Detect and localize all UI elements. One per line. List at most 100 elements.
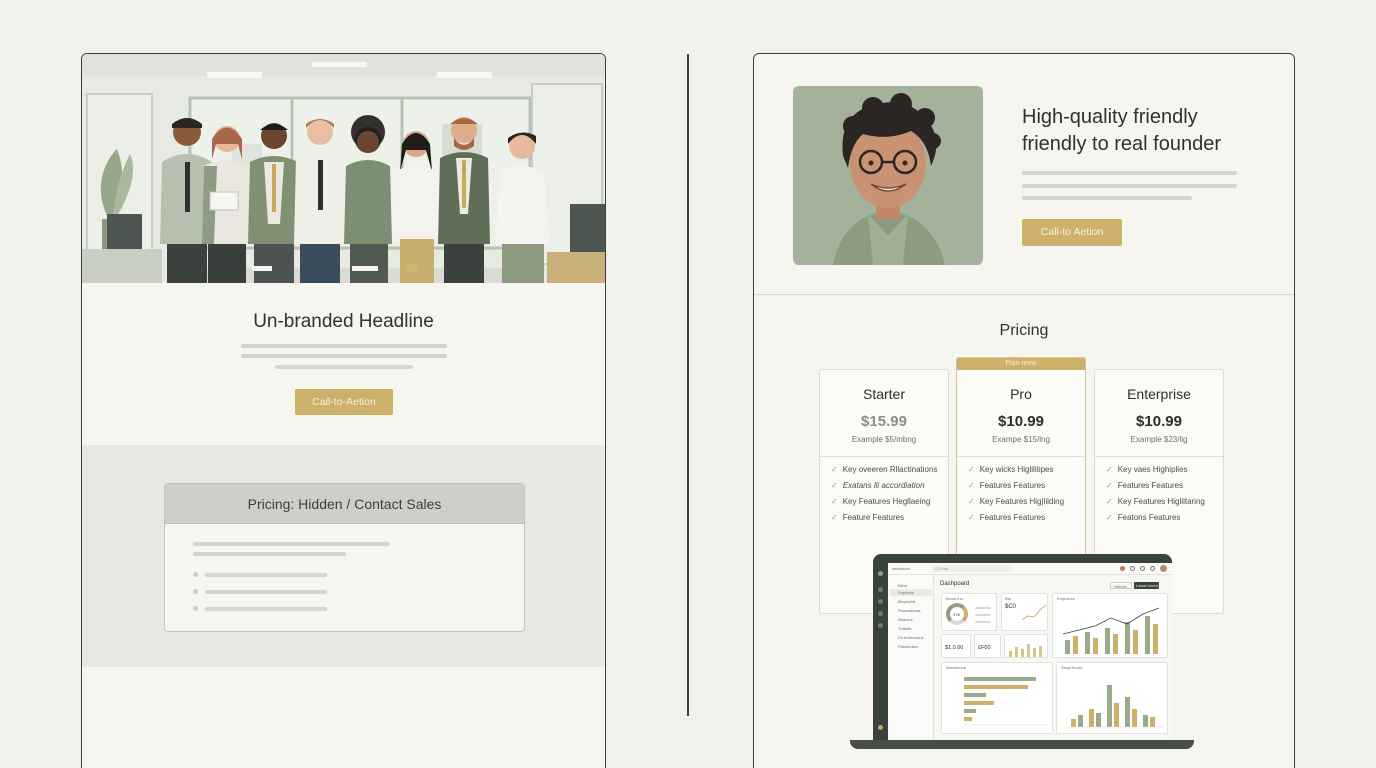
text-placeholder-line: [1022, 196, 1192, 200]
sidebar-item[interactable]: Bieyewhit: [898, 599, 915, 604]
bullet-icon: [193, 606, 198, 611]
kpi-value: 378: [953, 612, 960, 617]
pricing-title: Pricing: [999, 322, 1049, 339]
sidebar-item[interactable]: Prioswdinals: [898, 608, 920, 613]
page-headline: Un-branded Headline: [253, 311, 434, 332]
chart-label: Ailsrtionant: [946, 665, 966, 670]
bell-icon[interactable]: [1150, 566, 1155, 571]
check-icon: ✓: [1106, 513, 1113, 522]
check-icon: ✓: [968, 481, 975, 490]
check-icon: ✓: [968, 497, 975, 506]
sidebar-item[interactable]: Pasmbrites: [898, 644, 918, 649]
rail-icon[interactable]: [878, 587, 883, 592]
sidebar-item[interactable]: Sa bobbvodne: [898, 635, 924, 640]
primary-action-button[interactable]: Laswt Innovt: [1134, 582, 1159, 589]
vertical-divider: [687, 54, 689, 716]
plan-price: $10.99: [1136, 413, 1182, 430]
pricing-hidden-title: Pricing: Hidden / Contact Sales: [165, 484, 524, 524]
left-landing-page: Un-branded Headline Call-to-Aetion Prici…: [81, 53, 606, 768]
page-headline: High-quality friendly friendly to real f…: [1022, 104, 1221, 158]
legend-line: [975, 621, 991, 623]
headline-line-2: friendly to real founder: [1022, 133, 1222, 155]
plan-name: Pro: [1010, 386, 1032, 402]
kpi-panel-4: £F00: [974, 634, 1001, 658]
filter-button[interactable]: Hetove: [1110, 582, 1132, 589]
kpi-label: Bto: [1005, 596, 1012, 601]
rail-icon[interactable]: [878, 599, 883, 604]
kpi-value: $C0: [1005, 604, 1017, 610]
plan-feature: ✓ Feature Features: [831, 513, 905, 522]
text-placeholder-line: [1022, 184, 1237, 188]
plan-feature: ✓ Featons Features: [1106, 513, 1181, 522]
app-logo-icon: [878, 571, 883, 576]
check-icon: ✓: [1106, 497, 1113, 506]
avatar[interactable]: [1160, 565, 1167, 572]
text-placeholder-line: [205, 607, 327, 611]
horizontal-bar-panel: Ailsrtionant: [941, 662, 1053, 734]
rail-icon[interactable]: [878, 611, 883, 616]
bullet-icon: [193, 589, 198, 594]
text-placeholder-line: [193, 542, 390, 546]
right-landing-page: High-quality friendly friendly to real f…: [753, 53, 1295, 768]
text-placeholder-line: [205, 590, 327, 594]
laptop-base: [850, 740, 1194, 749]
plan-feature: ✓ Key oveeren Rllactinations: [831, 465, 938, 474]
check-icon: ✓: [831, 497, 838, 506]
kpi-panel-donut: Sionst Inn 378: [941, 593, 997, 631]
kpi-panel-3: $1.0.00: [941, 634, 971, 658]
sidebar-item-active[interactable]: Eapivont: [898, 590, 914, 595]
laptop-dashboard-mockup: swodlauni Q Draa Bilhd Eapivont Bieyewhi…: [850, 554, 1194, 749]
plan-feature: ✓ Features Features: [968, 481, 1046, 490]
plan-divider: [1095, 456, 1223, 457]
mini-bar-panel: [1004, 634, 1048, 658]
section-separator: [754, 294, 1294, 295]
help-icon[interactable]: [1130, 566, 1135, 571]
kpi-panel-2: Bto $C0: [1001, 593, 1048, 631]
legend-line: [975, 614, 991, 616]
app-name: swodlauni: [892, 566, 910, 571]
plan-feature: ✓ Features Features: [1106, 481, 1184, 490]
combo-chart-panel: Empoiose: [1052, 593, 1168, 658]
plan-price: $10.99: [998, 413, 1044, 430]
sidebar-item[interactable]: Reawue: [898, 617, 913, 622]
plan-subtitle: Example $23/lig: [1130, 435, 1188, 444]
bullet-icon: [193, 572, 198, 577]
mini-bar-chart: [1009, 644, 1042, 657]
user-avatar[interactable]: [878, 725, 883, 730]
check-icon: ✓: [831, 481, 838, 490]
check-icon: ✓: [1106, 465, 1113, 474]
check-icon: ✓: [968, 465, 975, 474]
text-placeholder-line: [275, 365, 413, 369]
check-icon: ✓: [831, 513, 838, 522]
plan-divider: [957, 456, 1085, 457]
text-placeholder-line: [205, 573, 327, 577]
rail-icon[interactable]: [878, 623, 883, 628]
founder-illustration: [793, 86, 983, 265]
kpi-label: Sionst Inn: [945, 596, 963, 601]
horizontal-bar-chart: [964, 677, 1048, 726]
chart-label: Empoiose: [1057, 596, 1075, 601]
check-icon: ✓: [968, 513, 975, 522]
sidebar-item[interactable]: Trabets: [898, 626, 911, 631]
headline-line-1: High-quality friendly: [1022, 106, 1198, 128]
plan-feature: ✓ Features Features: [968, 513, 1046, 522]
founder-portrait: [793, 86, 983, 265]
team-illustration: [82, 54, 605, 283]
combo-chart: [1062, 607, 1160, 654]
plan-feature: ✓ Key Features Higliltaring: [1106, 497, 1205, 506]
primary-action-label: Laswt Innovt: [1136, 583, 1159, 588]
kpi-value: $1.0.00: [945, 645, 964, 651]
cta-button[interactable]: Call-to-Aetion: [295, 389, 393, 415]
notification-icon[interactable]: [1120, 566, 1125, 571]
text-placeholder-line: [193, 552, 346, 556]
cta-button[interactable]: Call-to Aetion: [1022, 219, 1122, 246]
settings-icon[interactable]: [1140, 566, 1145, 571]
pricing-hidden-card: Pricing: Hidden / Contact Sales: [164, 483, 525, 632]
search-input[interactable]: Q Draa: [932, 565, 1012, 572]
dashboard-title: Dashpoard: [940, 581, 970, 587]
sidebar-item[interactable]: Bilhd: [898, 583, 907, 588]
plan-feature: ✓ Exatans lli accordiation: [831, 481, 925, 490]
dashboard-screen: swodlauni Q Draa Bilhd Eapivont Bieyewhi…: [888, 563, 1172, 740]
plan-subtitle: Example $5/mbng: [851, 435, 917, 444]
check-icon: ✓: [1106, 481, 1113, 490]
